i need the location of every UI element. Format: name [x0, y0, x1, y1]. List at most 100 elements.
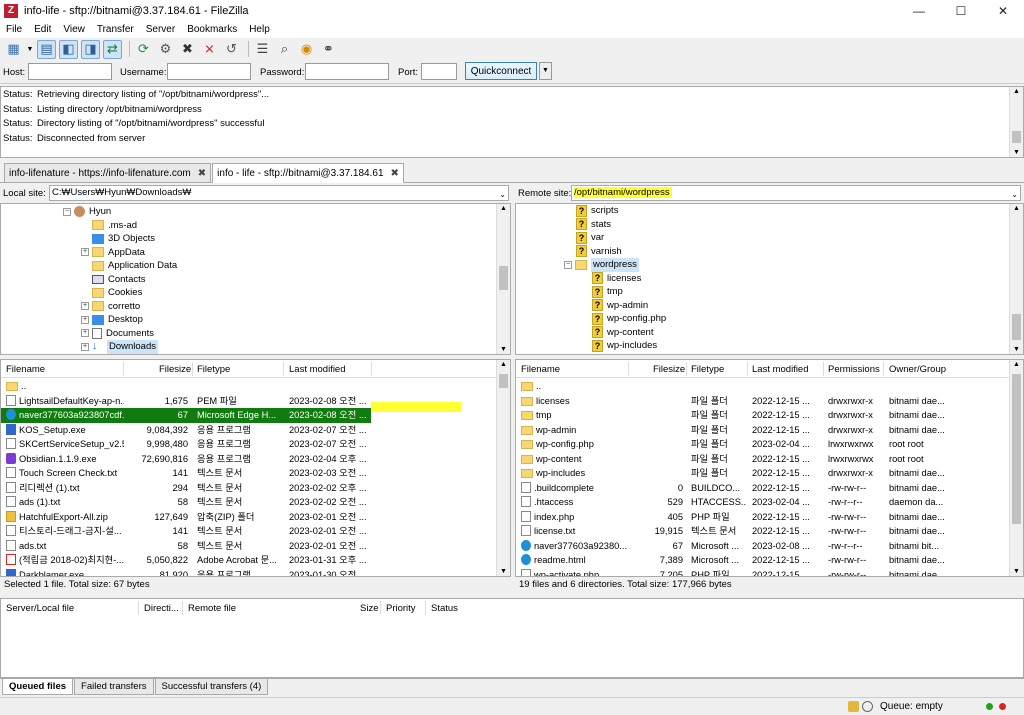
file-row[interactable]: .. [516, 379, 1010, 394]
queue-column-remote-file[interactable]: Remote file [188, 603, 236, 614]
close-button[interactable]: ✕ [982, 0, 1024, 22]
tree-item[interactable]: wp-content [607, 326, 653, 340]
remote-list-scrollbar[interactable]: ▲ ▼ [1009, 360, 1023, 576]
column-filesize[interactable]: Filesize [653, 364, 685, 375]
file-row[interactable]: 리디렉션 (1).txt 294 텍스트 문서 2023-02-02 오후 ... [1, 481, 497, 496]
tree-item[interactable]: stats [591, 218, 611, 232]
column-filetype[interactable]: Filetype [691, 364, 724, 375]
cancel-operation-icon[interactable]: ✖ [178, 40, 197, 59]
expand-icon[interactable]: + [81, 302, 89, 311]
minimize-button[interactable]: — [898, 0, 940, 22]
binoculars-icon[interactable]: ⚭ [319, 40, 338, 59]
tab-failed-transfers[interactable]: Failed transfers [74, 679, 154, 695]
file-row[interactable]: Touch Screen Check.txt 141 텍스트 문서 2023-02-0… [1, 466, 497, 481]
password-input[interactable] [305, 63, 389, 80]
username-input[interactable] [167, 63, 251, 80]
toggle-remote-tree-icon[interactable]: ◨ [81, 39, 100, 59]
column-permissions[interactable]: Permissions [828, 364, 880, 375]
tree-item[interactable]: Desktop [108, 313, 143, 327]
refresh-icon[interactable]: ⟳ [134, 40, 153, 59]
port-input[interactable] [421, 63, 457, 80]
file-row[interactable]: license.txt 19,915 텍스트 문서 2022-12-15 ... -rw… [516, 524, 1010, 539]
tree-item[interactable]: .ms-ad [108, 219, 137, 233]
file-row[interactable]: licenses 파일 폴더 2022-12-15 ... drwxrwxr-x bit… [516, 394, 1010, 409]
file-row[interactable]: index.php 405 PHP 파일 2022-12-15 ... -rw-rw-r… [516, 510, 1010, 525]
remote-path-input[interactable]: /opt/bitnami/wordpress ⌄ [571, 185, 1021, 201]
reconnect-icon[interactable]: ↺ [222, 40, 241, 59]
tree-item-selected[interactable]: Downloads [107, 340, 158, 354]
remote-tree-scrollbar[interactable]: ▲ ▼ [1009, 204, 1023, 354]
scroll-thumb[interactable] [1012, 374, 1021, 524]
file-row[interactable]: wp-activate.php 7,205 PHP 파일 2022-12-15 ...… [516, 568, 1010, 576]
column-filesize[interactable]: Filesize [159, 364, 191, 375]
tree-item[interactable]: Contacts [108, 273, 146, 287]
tree-item[interactable]: tmp [607, 285, 623, 299]
menu-help[interactable]: Help [243, 22, 276, 38]
remote-directory-tree[interactable]: ? scripts ? stats ? var ? varnish − wordpress… [515, 203, 1024, 355]
file-row[interactable]: ads.txt 58 텍스트 문서 2023-02-01 오전 ... [1, 539, 497, 554]
file-row[interactable]: .buildcomplete 0 BUILDCO... 2022-12-15 ... -… [516, 481, 1010, 496]
file-row[interactable]: wp-admin 파일 폴더 2022-12-15 ... drwxrwxr-x bit… [516, 423, 1010, 438]
file-row[interactable]: HatchfulExport-All.zip 127,649 압축(ZIP) 폴더 2… [1, 510, 497, 525]
directory-filter-icon[interactable]: ☰ [253, 40, 272, 59]
tab-info-life[interactable]: info - life - sftp://bitnami@3.37.184.61… [212, 163, 404, 183]
log-scroll-thumb[interactable] [1012, 131, 1021, 143]
file-row[interactable]: tmp 파일 폴더 2022-12-15 ... drwxrwxr-x bitnami … [516, 408, 1010, 423]
column-filename[interactable]: Filename [521, 364, 560, 375]
menu-file[interactable]: File [0, 22, 28, 38]
menu-edit[interactable]: Edit [28, 22, 57, 38]
column-filename[interactable]: Filename [6, 364, 45, 375]
expand-icon[interactable]: + [81, 248, 89, 257]
message-log[interactable]: Status: Retrieving directory listing of "… [0, 86, 1024, 158]
queue-column-priority[interactable]: Priority [386, 603, 416, 614]
file-row[interactable]: Obsidian.1.1.9.exe 72,690,816 응용 프로그램 2023-… [1, 452, 497, 467]
column-last-modified[interactable]: Last modified [752, 364, 809, 375]
queue-column-direction[interactable]: Directi... [144, 603, 179, 614]
scroll-thumb[interactable] [499, 266, 508, 290]
expand-icon[interactable]: + [81, 329, 89, 338]
collapse-icon[interactable]: − [63, 207, 71, 216]
tree-item[interactable]: Cookies [108, 286, 142, 300]
close-icon[interactable]: ✖ [391, 168, 399, 179]
scroll-thumb[interactable] [1012, 314, 1021, 340]
tree-item[interactable]: AppData [108, 246, 145, 260]
file-row[interactable]: KOS_Setup.exe 9,084,392 응용 프로그램 2023-02-07 … [1, 423, 497, 438]
tree-item[interactable]: Hyun [89, 205, 111, 219]
local-path-input[interactable]: C:₩Users₩Hyun₩Downloads₩ ⌄ [49, 185, 509, 201]
sync-browsing-icon[interactable]: ◉ [297, 40, 316, 59]
process-queue-icon[interactable]: ⚙ [156, 40, 175, 59]
menu-bookmarks[interactable]: Bookmarks [181, 22, 243, 38]
queue-column-size[interactable]: Size [360, 603, 378, 614]
tree-item-selected[interactable]: wordpress [591, 258, 639, 272]
quickconnect-button[interactable]: Quickconnect [465, 62, 537, 80]
tree-item[interactable]: scripts [591, 204, 618, 218]
toggle-local-tree-icon[interactable]: ◧ [59, 39, 78, 59]
toggle-message-log-icon[interactable]: ▤ [37, 39, 56, 59]
tree-item[interactable]: var [591, 231, 604, 245]
tree-item[interactable]: wp-includes [607, 339, 657, 353]
file-row[interactable]: .htaccess 529 HTACCESS... 2023-02-04 ... -rw… [516, 495, 1010, 510]
quickconnect-dropdown[interactable]: ▼ [539, 62, 552, 80]
local-tree-scrollbar[interactable]: ▲ ▼ [496, 204, 510, 354]
tree-item[interactable]: Documents [106, 327, 154, 341]
site-manager-icon[interactable]: ▦ [4, 40, 23, 59]
expand-icon[interactable]: + [81, 315, 89, 324]
queue-column-status[interactable]: Status [431, 603, 458, 614]
file-row[interactable]: 티스토리-드래그-금지-설... 141 텍스트 문서 2023-02-01 오전 .… [1, 524, 497, 539]
local-file-list[interactable]: Filename Filesize Filetype Last modified… [0, 359, 511, 577]
file-row[interactable]: wp-content 파일 폴더 2022-12-15 ... lrwxrwxrwx r… [516, 452, 1010, 467]
column-filetype[interactable]: Filetype [197, 364, 230, 375]
local-directory-tree[interactable]: − Hyun .ms-ad 3D Objects + AppData Applica… [0, 203, 511, 355]
column-owner-group[interactable]: Owner/Group [889, 364, 946, 375]
local-list-scrollbar[interactable]: ▲ ▼ [496, 360, 510, 576]
file-row[interactable]: SKCertServiceSetup_v2.5... 9,998,480 응용 프로… [1, 437, 497, 452]
file-row[interactable]: naver377603a92380... 67 Microsoft ... 2023-… [516, 539, 1010, 554]
queue-column-server-local[interactable]: Server/Local file [6, 603, 74, 614]
tree-item[interactable]: Application Data [108, 259, 177, 273]
column-last-modified[interactable]: Last modified [289, 364, 346, 375]
file-row[interactable]: wp-config.php 파일 폴더 2023-02-04 ... lrwxrwxr… [516, 437, 1010, 452]
tree-item[interactable]: licenses [607, 272, 641, 286]
transfer-queue[interactable]: Server/Local file Directi... Remote file… [0, 598, 1024, 678]
file-row[interactable]: Darkblamer.exe 81,920 응용 프로그램 2023-01-30 오전… [1, 568, 497, 576]
tree-item[interactable]: varnish [591, 245, 622, 259]
